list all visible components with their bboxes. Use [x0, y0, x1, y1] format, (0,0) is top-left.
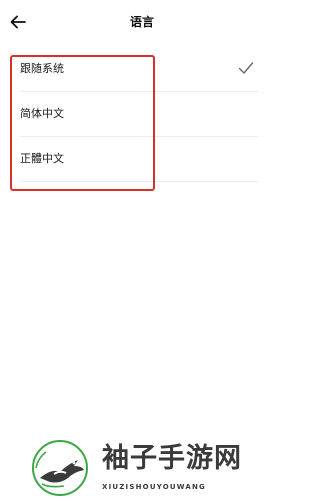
language-option-label: 正體中文	[20, 152, 64, 165]
checkmark-icon	[238, 62, 254, 74]
watermark-title: 袖子手游网	[102, 443, 242, 474]
language-settings-screen: 语言 跟随系统 简体中文 正體中文 袖子手游网 XIUZISHOUYOUWANG	[0, 0, 284, 501]
language-list: 跟随系统 简体中文 正體中文	[20, 47, 258, 182]
page-title: 语言	[129, 15, 154, 29]
language-option-follow-system[interactable]: 跟随系统	[20, 47, 258, 92]
language-option-label: 简体中文	[20, 107, 64, 120]
language-option-label: 跟随系统	[20, 62, 64, 75]
watermark-subtitle: XIUZISHOUYOUWANG	[102, 483, 206, 491]
language-option-simplified-chinese[interactable]: 简体中文	[20, 92, 258, 137]
header-bar: 语言	[0, 0, 284, 44]
magpie-logo-icon	[32, 440, 88, 496]
watermark: 袖子手游网 XIUZISHOUYOUWANG	[30, 438, 280, 498]
language-option-traditional-chinese[interactable]: 正體中文	[20, 137, 258, 182]
